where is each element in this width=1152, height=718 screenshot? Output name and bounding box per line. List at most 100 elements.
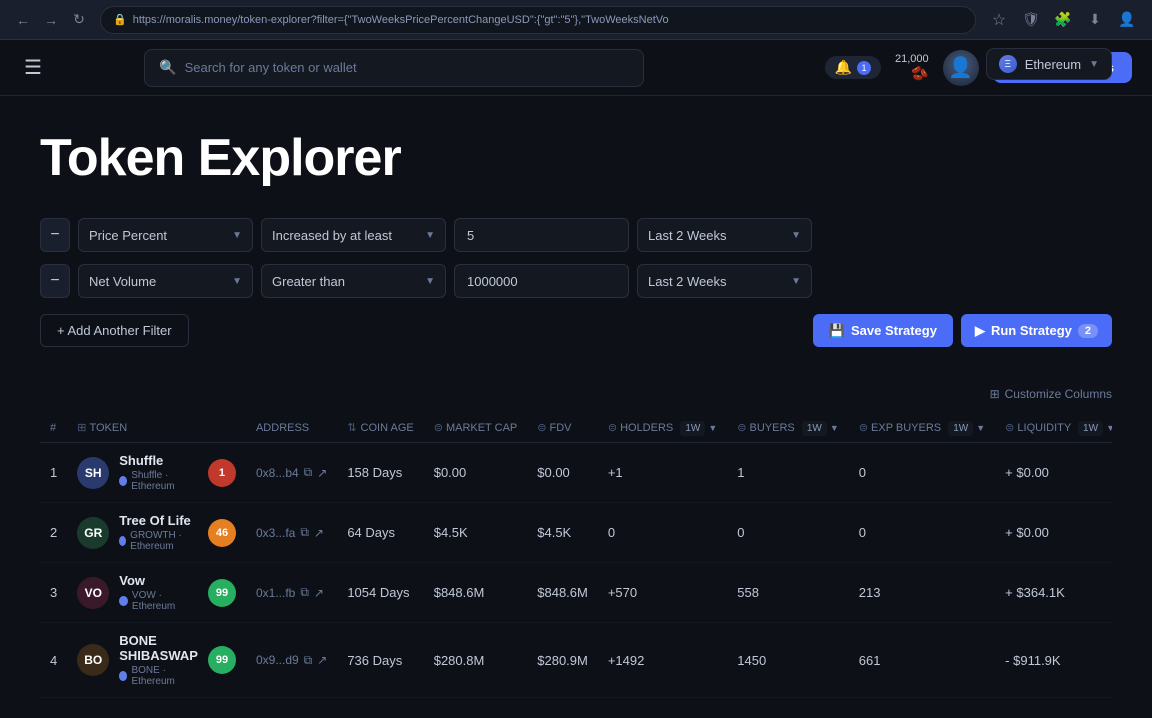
filter-actions-row: + Add Another Filter 💾 Save Strategy ▶ R… (40, 314, 1112, 347)
address-text: 0x9...d9 (256, 653, 299, 667)
back-button[interactable]: ← (12, 9, 34, 31)
search-bar[interactable]: 🔍 Search for any token or wallet (144, 49, 644, 87)
token-name: BONE SHIBASWAP (119, 633, 198, 663)
holders-cell: 0 (598, 503, 727, 563)
buyers-timeframe: 1W (802, 421, 827, 436)
table-row[interactable]: 4 BO BONE SHIBASWAP BONE · Ethereum 99 0… (40, 623, 1112, 698)
copy-address-icon[interactable]: ⧉ (304, 465, 313, 480)
token-subtitle: BONE · Ethereum (119, 665, 198, 687)
refresh-button[interactable]: ↻ (68, 9, 90, 31)
token-cell: SH Shuffle Shuffle · Ethereum 1 (67, 443, 246, 503)
token-name: Tree Of Life (119, 513, 198, 528)
col-token[interactable]: ⊞TOKEN (67, 413, 246, 443)
save-strategy-button[interactable]: 💾 Save Strategy (813, 314, 953, 347)
filter-row-1: − Price Percent ▼ Increased by at least … (40, 218, 1112, 252)
filter-row-2: − Net Volume ▼ Greater than ▼ 1000000 La… (40, 264, 1112, 298)
copy-address-icon[interactable]: ⧉ (300, 525, 309, 540)
remove-filter-2-button[interactable]: − (40, 264, 70, 298)
chevron-down-icon: ▼ (1106, 423, 1112, 433)
chevron-down-icon: ▼ (1089, 59, 1099, 70)
chevron-down-icon: ▼ (830, 423, 839, 433)
search-placeholder: Search for any token or wallet (185, 60, 357, 75)
row-number: 2 (40, 503, 67, 563)
eth-mini-icon (119, 536, 126, 546)
filter-2-condition-select[interactable]: Greater than ▼ (261, 264, 446, 298)
shield-icon[interactable]: 🛡 (1018, 7, 1044, 33)
chevron-down-icon: ▼ (232, 276, 242, 287)
score-badge: 1 (208, 459, 236, 487)
market-cap-cell: $280.8M (424, 623, 528, 698)
score-badge: 46 (208, 519, 236, 547)
address-text: 0x8...b4 (256, 466, 299, 480)
table-row[interactable]: 1 SH Shuffle Shuffle · Ethereum 1 0x8...… (40, 443, 1112, 503)
notification-icon: 🔔 (835, 59, 852, 76)
table-scroll[interactable]: # ⊞TOKEN ADDRESS ⇅COIN AGE ⊜MARKET CAP ⊜… (40, 413, 1112, 698)
customize-columns-button[interactable]: ⊞ Customize Columns (990, 387, 1112, 401)
col-exp-buyers[interactable]: ⊜EXP BUYERS 1W ▼ (849, 413, 995, 443)
col-buyers[interactable]: ⊜BUYERS 1W ▼ (727, 413, 849, 443)
filter-1-value-input[interactable]: 5 (454, 218, 629, 252)
external-link-icon[interactable]: ↗ (314, 586, 324, 600)
eth-mini-icon (119, 596, 128, 606)
extensions-button[interactable]: 🧩 (1050, 7, 1076, 33)
run-icon: ▶ (975, 323, 985, 339)
browser-bar: ← → ↻ 🔒 https://moralis.money/token-expl… (0, 0, 1152, 40)
external-link-icon[interactable]: ↗ (314, 526, 324, 540)
token-cell: BO BONE SHIBASWAP BONE · Ethereum 99 (67, 623, 246, 698)
col-holders[interactable]: ⊜HOLDERS 1W ▼ (598, 413, 727, 443)
filter-1-category-select[interactable]: Price Percent ▼ (78, 218, 253, 252)
sort-icon: ⇅ (347, 422, 356, 434)
save-icon: 💾 (829, 323, 845, 339)
network-selector[interactable]: Ξ Ethereum ▼ (986, 48, 1112, 80)
main-content: Token Explorer Ξ Ethereum ▼ − Price Perc… (0, 96, 1152, 718)
chevron-down-icon: ▼ (232, 230, 242, 241)
col-fdv[interactable]: ⊜FDV (527, 413, 598, 443)
hamburger-menu[interactable]: ☰ (20, 51, 46, 84)
add-filter-button[interactable]: + Add Another Filter (40, 314, 189, 347)
liquidity-cell: + $0.00 (995, 443, 1112, 503)
copy-address-icon[interactable]: ⧉ (300, 585, 309, 600)
col-num[interactable]: # (40, 413, 67, 443)
address-cell: 0x9...d9 ⧉ ↗ (246, 623, 337, 698)
address-text: 0x1...fb (256, 586, 295, 600)
beans-icon: 🫘 (911, 65, 928, 82)
coin-age-cell: 158 Days (337, 443, 423, 503)
filter-1-timeframe-select[interactable]: Last 2 Weeks ▼ (637, 218, 812, 252)
filter-2-category-select[interactable]: Net Volume ▼ (78, 264, 253, 298)
bookmark-button[interactable]: ☆ (986, 7, 1012, 33)
top-nav: ☰ 🔍 Search for any token or wallet 🔔 1 2… (0, 40, 1152, 96)
run-strategy-button[interactable]: ▶ Run Strategy 2 (961, 314, 1112, 347)
chevron-down-icon: ▼ (708, 423, 717, 433)
external-link-icon[interactable]: ↗ (317, 466, 327, 480)
filter-icon: ⊜ (1005, 422, 1014, 434)
filter-2-value-input[interactable]: 1000000 (454, 264, 629, 298)
remove-filter-1-button[interactable]: − (40, 218, 70, 252)
avatar[interactable]: 👤 (943, 50, 979, 86)
profile-button[interactable]: 👤 (1114, 7, 1140, 33)
token-subtitle: VOW · Ethereum (119, 590, 198, 612)
network-label: Ethereum (1025, 57, 1081, 72)
coin-age-cell: 736 Days (337, 623, 423, 698)
col-liquidity[interactable]: ⊜LIQUIDITY 1W ▼ (995, 413, 1112, 443)
beans-count-area: 21,000 🫘 (895, 53, 929, 82)
avatar-inner: 👤 (943, 50, 979, 86)
token-subtitle: GROWTH · Ethereum (119, 530, 198, 552)
run-strategy-count: 2 (1078, 324, 1098, 338)
filter-1-condition-select[interactable]: Increased by at least ▼ (261, 218, 446, 252)
col-market-cap[interactable]: ⊜MARKET CAP (424, 413, 528, 443)
copy-address-icon[interactable]: ⧉ (304, 653, 313, 668)
token-avatar: VO (77, 577, 109, 609)
notification-count: 1 (857, 61, 871, 75)
browser-address-bar[interactable]: 🔒 https://moralis.money/token-explorer?f… (100, 6, 976, 34)
exp-buyers-cell: 661 (849, 623, 995, 698)
table-row[interactable]: 2 GR Tree Of Life GROWTH · Ethereum 46 0… (40, 503, 1112, 563)
download-button[interactable]: ⬇ (1082, 7, 1108, 33)
table-row[interactable]: 3 VO Vow VOW · Ethereum 99 0x1...fb ⧉ ↗ (40, 563, 1112, 623)
filter-icon: ⊜ (737, 422, 746, 434)
col-coin-age[interactable]: ⇅COIN AGE (337, 413, 423, 443)
filter-2-timeframe-select[interactable]: Last 2 Weeks ▼ (637, 264, 812, 298)
score-badge: 99 (208, 646, 236, 674)
col-address[interactable]: ADDRESS (246, 413, 337, 443)
forward-button[interactable]: → (40, 9, 62, 31)
external-link-icon[interactable]: ↗ (317, 653, 327, 667)
